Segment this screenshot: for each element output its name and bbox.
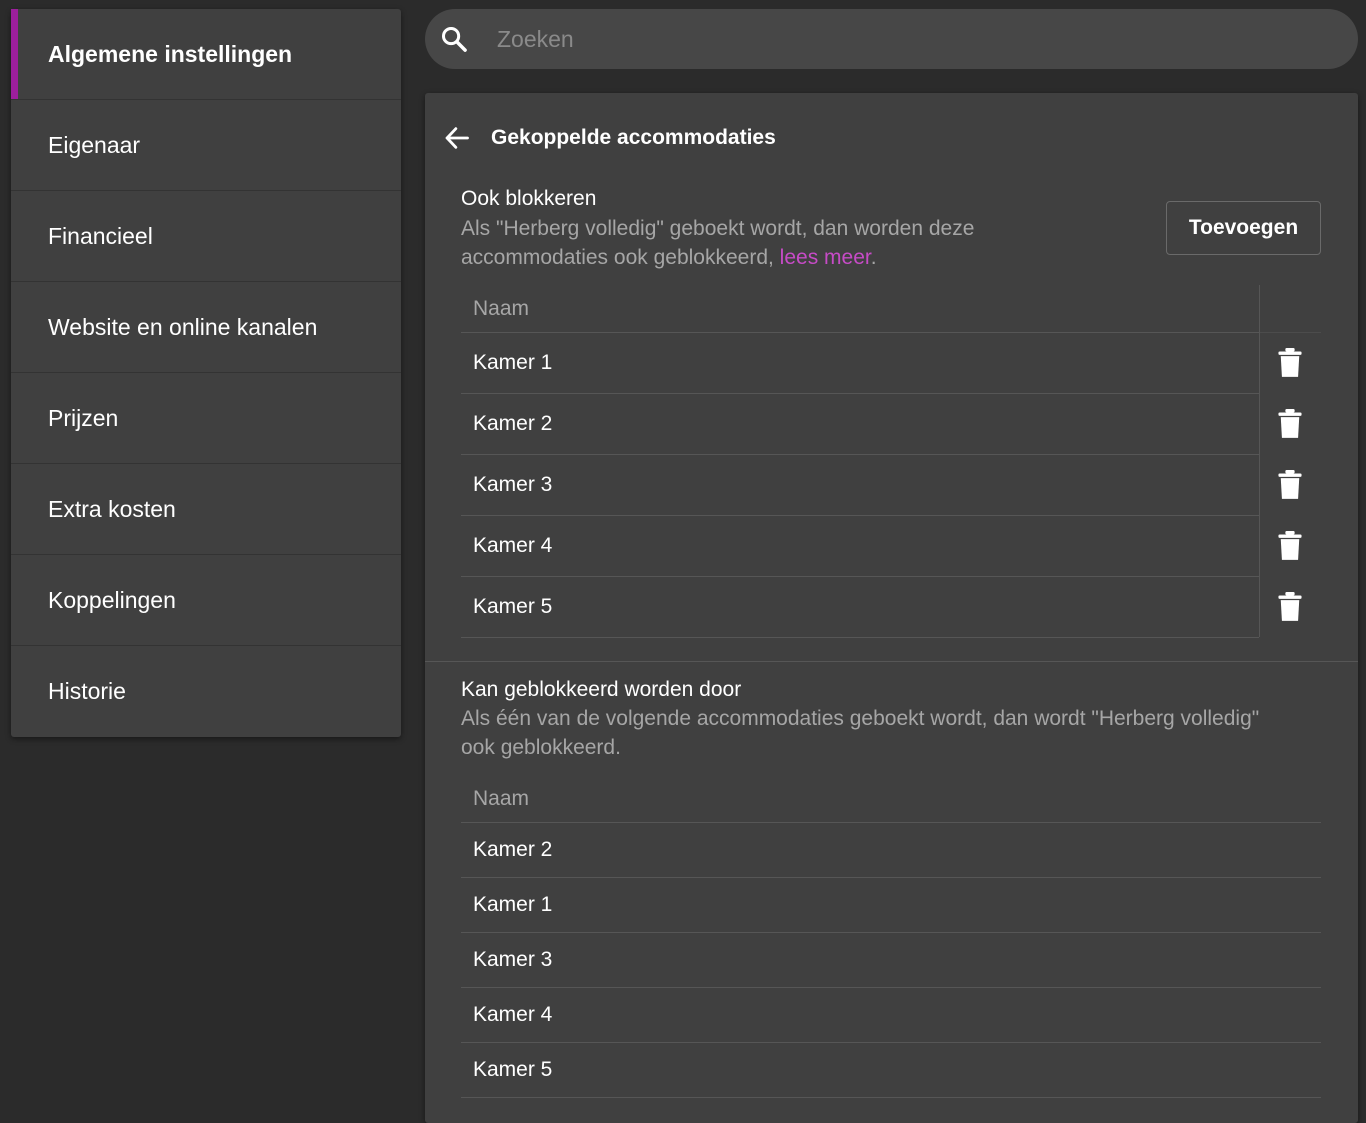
panel-header: Gekoppelde accommodaties [425,117,776,159]
sidebar-item-financieel[interactable]: Financieel [11,191,401,282]
cell-name: Kamer 4 [473,1003,553,1026]
search-bar [425,9,1358,69]
trash-icon[interactable] [1272,528,1308,564]
sidebar-item-historie[interactable]: Historie [11,646,401,737]
column-divider [1259,285,1260,637]
section-divider [425,661,1358,662]
description-text: . [870,246,877,269]
sidebar-item-koppelingen[interactable]: Koppelingen [11,555,401,646]
trash-icon[interactable] [1272,345,1308,381]
table-row: Kamer 5 [461,1043,1321,1098]
read-more-link[interactable]: lees meer [780,246,871,269]
section-description-block: Als "Herberg volledig" geboekt wordt, da… [461,214,974,272]
table-row: Kamer 4 [461,516,1259,577]
settings-sidebar: Algemene instellingen Eigenaar Financiee… [11,9,401,737]
page-title: Gekoppelde accommodaties [491,126,776,149]
blocked-by-table: Naam Kamer 2 Kamer 1 Kamer 3 Kamer 4 Kam… [461,775,1321,1098]
description-line: accommodaties ook geblokkeerd, lees meer… [461,243,974,272]
description-text: accommodaties ook geblokkeerd, [461,246,780,269]
cell-name: Kamer 3 [473,948,553,971]
search-icon[interactable] [439,24,469,54]
sidebar-item-algemene-instellingen[interactable]: Algemene instellingen [11,9,401,100]
sidebar-item-eigenaar[interactable]: Eigenaar [11,100,401,191]
search-input[interactable] [497,25,1277,53]
table-row: Kamer 1 [461,878,1321,933]
cell-name: Kamer 1 [473,893,553,916]
section-title-blocked-by: Kan geblokkeerd worden door [461,678,742,701]
sidebar-item-prijzen[interactable]: Prijzen [11,373,401,464]
cell-name: Kamer 2 [473,838,553,861]
table-row: Kamer 2 [461,394,1259,455]
block-table-body: Kamer 1 Kamer 2 Kamer 3 Kamer 4 Kamer 5 [461,333,1321,638]
description-line: Als "Herberg volledig" geboekt wordt, da… [461,217,975,240]
cell-name: Kamer 5 [473,1058,553,1081]
sidebar-item-website[interactable]: Website en online kanalen [11,282,401,373]
add-button[interactable]: Toevoegen [1166,201,1321,255]
section-title-block: Ook blokkeren [461,187,597,210]
cell-name: Kamer 2 [473,412,553,435]
table-row: Kamer 2 [461,823,1321,878]
column-header-name[interactable]: Naam [461,285,1259,333]
table-row: Kamer 1 [461,333,1259,394]
cell-name: Kamer 3 [473,473,553,496]
table-row: Kamer 3 [461,455,1259,516]
column-header-name[interactable]: Naam [461,775,1321,823]
cell-name: Kamer 4 [473,534,553,557]
table-row: Kamer 4 [461,988,1321,1043]
description-line: Als één van de volgende accommodaties ge… [461,707,1260,730]
sidebar-item-extra-kosten[interactable]: Extra kosten [11,464,401,555]
block-table: Naam Kamer 1 Kamer 2 Kamer 3 Kamer 4 Kam… [461,285,1321,638]
arrow-left-icon[interactable] [442,123,472,153]
linked-accommodations-panel: Gekoppelde accommodaties Ook blokkeren A… [425,93,1358,1123]
trash-icon[interactable] [1272,406,1308,442]
section-description-blocked-by: Als één van de volgende accommodaties ge… [461,704,1259,762]
trash-icon[interactable] [1272,589,1308,625]
cell-name: Kamer 1 [473,351,553,374]
column-header-actions [1260,285,1321,333]
table-row: Kamer 3 [461,933,1321,988]
trash-icon[interactable] [1272,467,1308,503]
table-row: Kamer 5 [461,577,1259,638]
description-line: ook geblokkeerd. [461,736,621,759]
cell-name: Kamer 5 [473,595,553,618]
